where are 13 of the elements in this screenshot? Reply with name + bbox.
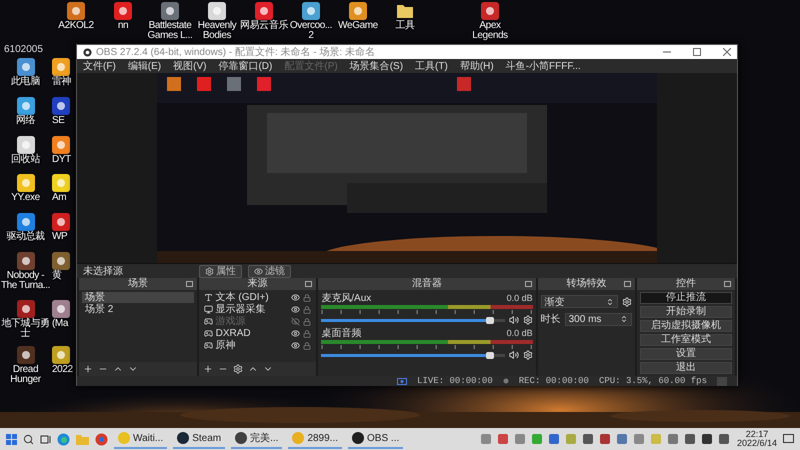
notification-icon[interactable] [783,434,794,444]
taskbar-app[interactable]: Steam [173,429,226,449]
clock: 22:17 2022/6/14 [736,430,777,448]
task-view-icon[interactable] [40,434,51,444]
taskbar-app[interactable]: OBS ... [348,429,404,449]
search-icon[interactable] [23,434,34,444]
windows-start-icon[interactable] [6,434,17,444]
tray-icons-drawing[interactable] [480,433,731,445]
taskbar-app[interactable]: 完美... [231,429,282,449]
taskbar-app[interactable]: 2899... [288,429,342,449]
browser-icon[interactable] [95,432,108,446]
taskbar-app[interactable]: Waiti... [114,429,168,449]
browser-icon[interactable] [57,432,70,446]
